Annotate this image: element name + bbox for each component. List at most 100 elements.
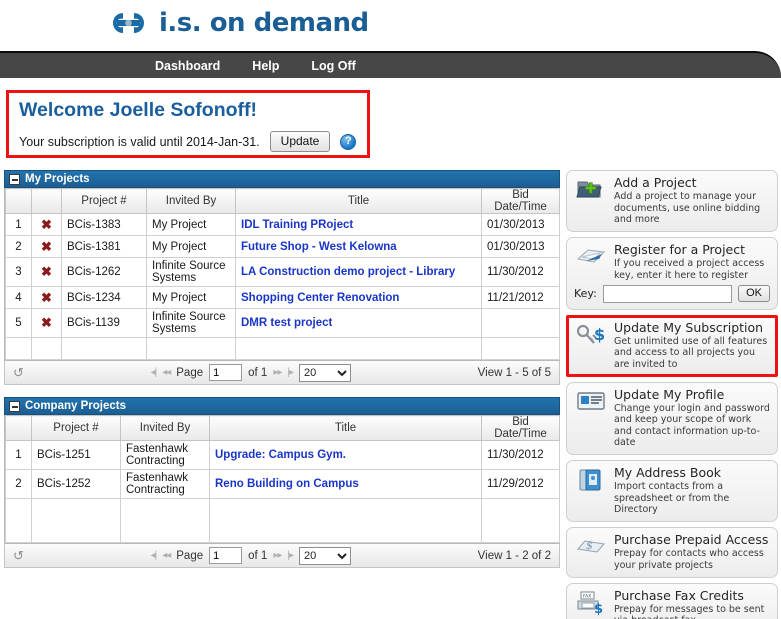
- refresh-icon[interactable]: ↺: [13, 549, 24, 562]
- col-title[interactable]: Title: [235, 188, 482, 214]
- project-title-link[interactable]: LA Construction demo project - Library: [241, 266, 455, 278]
- next-page-icon[interactable]: ▸▸: [273, 367, 282, 378]
- delete-row-icon[interactable]: ✖: [41, 315, 52, 330]
- svg-text:$: $: [594, 325, 605, 344]
- col-title[interactable]: Title: [209, 415, 482, 441]
- prev-page-icon[interactable]: ◂◂: [162, 367, 171, 378]
- delete-row-icon[interactable]: ✖: [41, 290, 52, 305]
- delete-row-icon[interactable]: ✖: [41, 217, 52, 232]
- brand-name: i.s. on demand: [159, 8, 369, 38]
- envelope-arrow-icon: [574, 243, 608, 281]
- my-projects-title: My Projects: [25, 173, 90, 185]
- card-description: If you received a project access key, en…: [614, 258, 765, 281]
- company-projects-grid: Project # Invited By Title Bid Date/Time…: [4, 415, 560, 544]
- first-page-icon[interactable]: ◂|: [151, 367, 158, 378]
- update-subscription-button[interactable]: Update: [269, 131, 331, 152]
- main-navbar: Dashboard Help Log Off: [0, 51, 781, 78]
- table-row: 2 ✖ BCis-1381 My Project Future Shop - W…: [5, 235, 560, 258]
- chain-link-logo-icon: [113, 13, 144, 33]
- nav-help[interactable]: Help: [252, 59, 279, 73]
- company-projects-pager: ↺ ◂| ◂◂ Page of 1 ▸▸ |▸ 20 View 1 - 2 of…: [4, 544, 560, 568]
- col-project-number[interactable]: Project #: [61, 188, 147, 214]
- cell-bid-date: 11/21/2012: [481, 286, 560, 309]
- card-title: Update My Profile: [614, 386, 725, 402]
- next-page-icon[interactable]: ▸▸: [273, 550, 282, 561]
- delete-row-icon[interactable]: ✖: [41, 264, 52, 279]
- cheque-dollar-icon: $: [574, 533, 608, 571]
- card-title: Purchase Prepaid Access: [614, 531, 769, 547]
- card-title: Update My Subscription: [614, 319, 764, 335]
- id-card-icon: [574, 388, 608, 448]
- table-header-row: Project # Invited By Title Bid Date/Time: [5, 188, 560, 214]
- sidebar-card-purchase-prepaid-access[interactable]: $ Purchase Prepaid Access Prepay for con…: [566, 526, 778, 578]
- cell-invited-by: My Project: [146, 213, 236, 236]
- nav-log-off[interactable]: Log Off: [311, 59, 355, 73]
- sidebar-card-my-address-book[interactable]: My Address Book Import contacts from a s…: [566, 459, 778, 522]
- col-bid-date[interactable]: Bid Date/Time: [481, 415, 560, 441]
- row-index: 2: [5, 469, 32, 499]
- first-page-icon[interactable]: ◂|: [151, 550, 158, 561]
- project-title-link[interactable]: Future Shop - West Kelowna: [241, 241, 397, 253]
- page-size-select[interactable]: 20: [298, 363, 351, 382]
- sidebar-card-update-my-subscription[interactable]: $ Update My Subscription Get unlimited u…: [566, 314, 778, 377]
- cell-bid-date: 01/30/2013: [481, 235, 560, 258]
- row-index: 4: [5, 286, 32, 309]
- project-key-input[interactable]: [602, 284, 733, 303]
- cell-invited-by: My Project: [146, 235, 236, 258]
- table-row: 3 ✖ BCis-1262 Infinite Source Systems LA…: [5, 257, 560, 287]
- table-filler-row: [5, 498, 560, 543]
- page-number-input[interactable]: [209, 547, 243, 564]
- project-title-link[interactable]: Upgrade: Campus Gym.: [215, 449, 346, 461]
- col-invited-by[interactable]: Invited By: [120, 415, 210, 441]
- prev-page-icon[interactable]: ◂◂: [162, 550, 171, 561]
- cell-invited-by: Infinite Source Systems: [146, 308, 236, 338]
- project-title-link[interactable]: DMR test project: [241, 317, 332, 329]
- delete-row-icon[interactable]: ✖: [41, 239, 52, 254]
- minus-square-icon[interactable]: [9, 173, 20, 185]
- nav-dashboard[interactable]: Dashboard: [155, 59, 220, 73]
- cell-bid-date: [481, 308, 560, 338]
- svg-text:$: $: [594, 602, 603, 617]
- row-index: 1: [5, 213, 32, 236]
- sidebar-card-add-a-project[interactable]: Add a Project Add a project to manage yo…: [566, 170, 778, 232]
- minus-square-icon[interactable]: [9, 400, 20, 412]
- help-icon[interactable]: ?: [340, 133, 357, 150]
- card-description: Add a project to manage your documents, …: [614, 191, 761, 225]
- project-title-link[interactable]: IDL Training PRoject: [241, 219, 353, 231]
- sidebar-card-register-for-a-project[interactable]: Register for a Project If you received a…: [566, 236, 778, 310]
- last-page-icon[interactable]: |▸: [287, 367, 294, 378]
- table-row: 1 BCis-1251 Fastenhawk Contracting Upgra…: [5, 440, 560, 470]
- record-count-label: View 1 - 5 of 5: [477, 366, 551, 379]
- page-label: Page: [176, 549, 204, 562]
- page-size-select[interactable]: 20: [298, 546, 351, 565]
- sidebar-card-update-my-profile[interactable]: Update My Profile Change your login and …: [566, 381, 778, 455]
- project-title-link[interactable]: Shopping Center Renovation: [241, 292, 399, 304]
- cell-bid-date: 01/30/2013: [481, 213, 560, 236]
- refresh-icon[interactable]: ↺: [13, 366, 24, 379]
- sidebar-card-purchase-fax-credits[interactable]: FAX $ Purchase Fax Credits Prepay for me…: [566, 582, 778, 619]
- table-row: 4 ✖ BCis-1234 My Project Shopping Center…: [5, 286, 560, 309]
- key-ok-button[interactable]: OK: [738, 285, 770, 303]
- card-title: Add a Project: [614, 175, 697, 190]
- page-title: Welcome Joelle Sofonoff!: [19, 99, 257, 121]
- col-project-number[interactable]: Project #: [31, 415, 121, 441]
- key-label: Key:: [574, 287, 597, 301]
- my-projects-header: My Projects: [4, 170, 560, 188]
- cell-project-number: BCis-1383: [61, 213, 147, 236]
- record-count-label: View 1 - 2 of 2: [477, 549, 551, 562]
- brand-logo[interactable]: i.s. on demand: [105, 8, 369, 38]
- folder-plus-icon: [574, 176, 608, 225]
- table-row: 1 ✖ BCis-1383 My Project IDL Training PR…: [5, 213, 560, 236]
- card-description: Change your login and password and keep …: [614, 403, 770, 448]
- table-row: 5 ✖ BCis-1139 Infinite Source Systems DM…: [5, 308, 560, 338]
- card-title: Register for a Project: [614, 241, 745, 257]
- col-bid-date[interactable]: Bid Date/Time: [481, 188, 560, 214]
- projects-column: My Projects Project # Invited By Title B…: [4, 170, 560, 568]
- col-invited-by[interactable]: Invited By: [146, 188, 236, 214]
- dashboard-page: i.s. on demand Dashboard Help Log Off We…: [0, 0, 781, 619]
- last-page-icon[interactable]: |▸: [287, 550, 294, 561]
- table-row: 2 BCis-1252 Fastenhawk Contracting Reno …: [5, 469, 560, 499]
- project-title-link[interactable]: Reno Building on Campus: [215, 478, 359, 490]
- page-label: Page: [176, 366, 204, 379]
- page-number-input[interactable]: [209, 364, 243, 381]
